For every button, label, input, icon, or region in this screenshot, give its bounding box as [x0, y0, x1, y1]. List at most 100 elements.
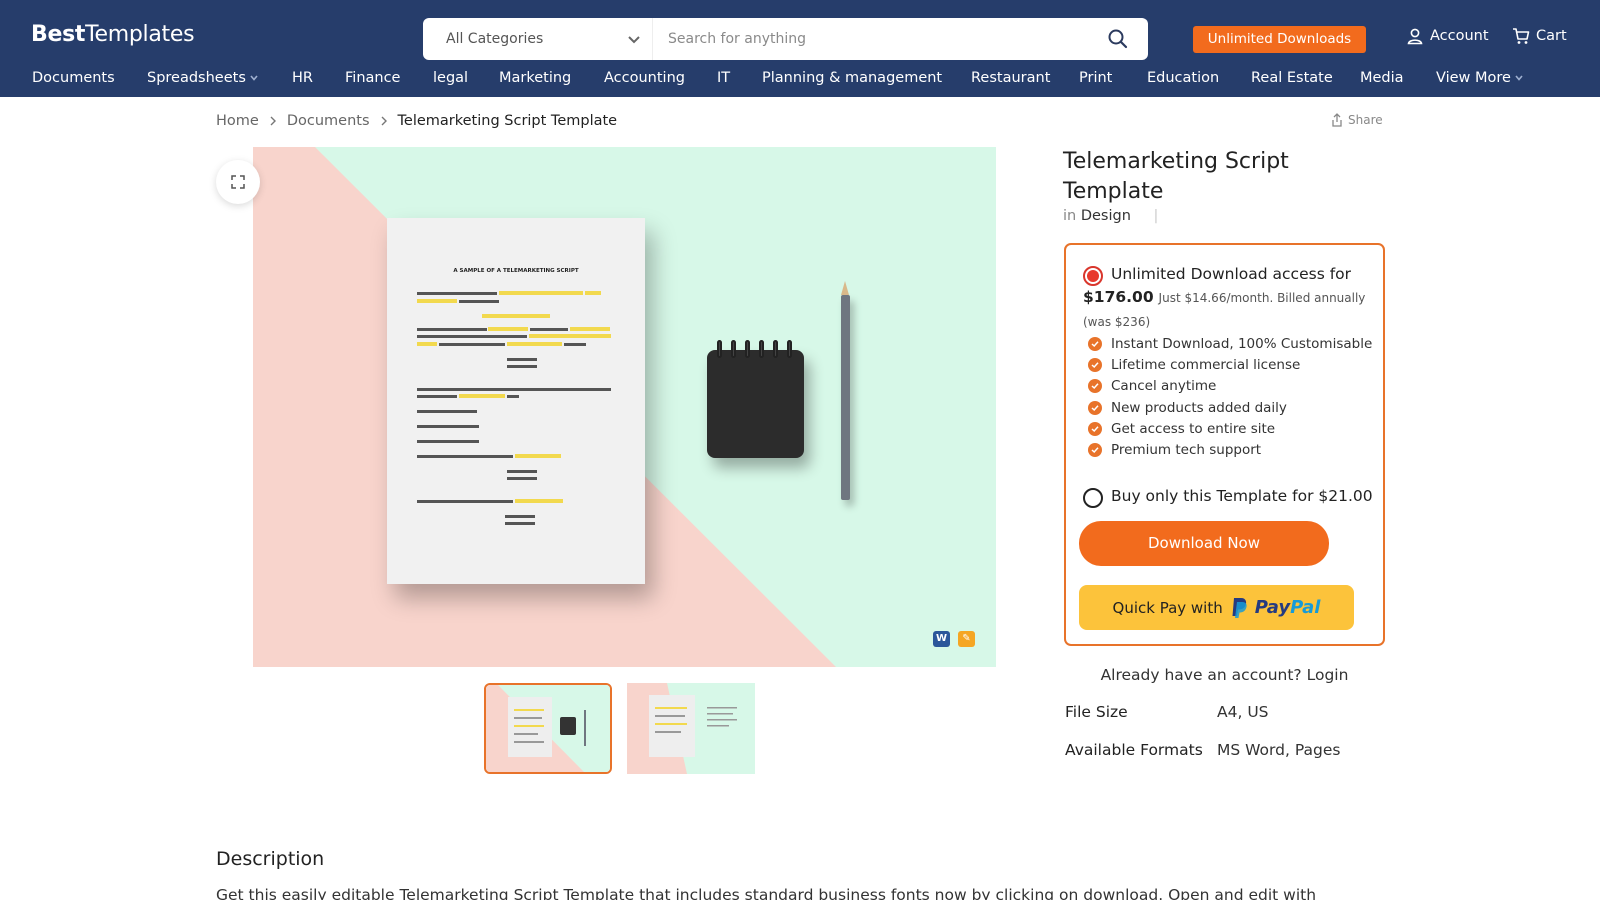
single-template-label[interactable]: Buy only this Template for $21.00	[1111, 487, 1373, 505]
check-icon	[1088, 421, 1102, 436]
category-divider: |	[1153, 208, 1159, 224]
feature-item: Instant Download, 100% Customisable	[1088, 333, 1372, 354]
account-link[interactable]: Account	[1406, 27, 1489, 45]
description-text: Get this easily editable Telemarketing S…	[216, 886, 1317, 900]
cart-link[interactable]: Cart	[1512, 27, 1567, 45]
cart-label: Cart	[1536, 28, 1567, 44]
nav-item-real-estate[interactable]: Real Estate	[1251, 70, 1333, 86]
thumbnail-2-image	[627, 683, 755, 774]
chevron-down-icon	[628, 36, 640, 44]
check-icon	[1088, 443, 1102, 458]
search-input[interactable]	[668, 25, 1088, 53]
unlimited-plan-label[interactable]: Unlimited Download access for $176.00 Ju…	[1083, 263, 1375, 334]
feature-list: Instant Download, 100% Customisable Lifet…	[1088, 333, 1372, 461]
chevron-right-icon	[259, 111, 287, 131]
category-select[interactable]: All Categories	[423, 18, 653, 60]
feature-label: Lifetime commercial license	[1111, 356, 1301, 373]
share-label: Share	[1348, 113, 1383, 127]
nav-item-label: Real Estate	[1251, 70, 1333, 86]
unlimited-downloads-button[interactable]: Unlimited Downloads	[1193, 26, 1366, 53]
format-icons: W ✎	[933, 631, 975, 647]
nav-item-label: Education	[1147, 70, 1220, 86]
download-now-button[interactable]: Download Now	[1079, 521, 1329, 566]
login-link[interactable]: Login	[1307, 666, 1349, 684]
search-icon[interactable]	[1105, 26, 1131, 52]
nav-item-legal[interactable]: legal	[433, 70, 468, 86]
site-header: BestTemplates All Categories Unlimited D…	[0, 0, 1600, 97]
expand-icon	[231, 175, 245, 189]
unlimited-price: $176.00	[1083, 288, 1154, 306]
document-title: A SAMPLE OF A TELEMARKETING SCRIPT	[453, 268, 579, 274]
nav-item-documents[interactable]: Documents	[32, 70, 115, 86]
account-label: Account	[1430, 28, 1489, 44]
chevron-down-icon	[1515, 75, 1523, 81]
breadcrumb-current: Telemarketing Script Template	[397, 113, 618, 129]
nav-item-print[interactable]: Print	[1079, 70, 1112, 86]
nav-item-label: Media	[1360, 70, 1404, 86]
thumbnail-1[interactable]	[484, 683, 612, 774]
nav-item-view-more[interactable]: View More	[1436, 70, 1527, 86]
nav-item-label: Restaurant	[971, 70, 1051, 86]
breadcrumb-documents[interactable]: Documents	[287, 113, 370, 129]
nav-item-label: Spreadsheets	[147, 70, 246, 86]
pricing-box: Unlimited Download access for $176.00 Ju…	[1064, 243, 1385, 646]
login-prompt: Already have an account? Login	[1100, 666, 1349, 684]
feature-item: Premium tech support	[1088, 439, 1372, 460]
notepad-image	[707, 340, 804, 458]
nav-item-label: HR	[292, 70, 313, 86]
spec-value: A4, US	[1217, 703, 1269, 721]
breadcrumb: Home Documents Telemarketing Script Temp…	[216, 111, 617, 131]
thumbnail-2[interactable]	[627, 683, 755, 774]
single-template-radio[interactable]	[1083, 488, 1103, 508]
nav-item-label: IT	[717, 70, 731, 86]
template-preview-image: A SAMPLE OF A TELEMARKETING SCRIPT W ✎	[253, 147, 996, 667]
cart-icon	[1513, 28, 1530, 44]
nav-item-label: View More	[1436, 70, 1511, 86]
nav-item-label: Planning & management	[762, 70, 943, 86]
chevron-down-icon	[250, 75, 258, 81]
check-icon	[1088, 379, 1102, 394]
feature-label: Premium tech support	[1111, 442, 1262, 459]
category-link[interactable]: Design	[1081, 208, 1131, 224]
spec-value: MS Word, Pages	[1217, 741, 1341, 759]
expand-preview-button[interactable]	[216, 160, 260, 204]
nav-item-label: legal	[433, 70, 469, 86]
product-category: in Design |	[1063, 208, 1159, 224]
feature-item: New products added daily	[1088, 397, 1372, 418]
chevron-right-icon	[370, 111, 398, 131]
nav-item-hr[interactable]: HR	[292, 70, 313, 86]
paypal-quick-pay-button[interactable]: Quick Pay with PayPal	[1079, 585, 1354, 630]
nav-item-planning-management[interactable]: Planning & management	[762, 70, 942, 86]
pages-icon: ✎	[958, 631, 975, 647]
feature-label: Get access to entire site	[1111, 420, 1276, 437]
site-logo[interactable]: BestTemplates	[31, 22, 195, 47]
breadcrumb-home[interactable]: Home	[216, 113, 259, 129]
nav-item-label: Finance	[345, 70, 401, 86]
paypal-button-label: Quick Pay with	[1112, 598, 1223, 617]
category-select-value: All Categories	[446, 31, 544, 47]
nav-item-finance[interactable]: Finance	[345, 70, 400, 86]
description-heading: Description	[216, 848, 325, 870]
nav-item-marketing[interactable]: Marketing	[499, 70, 571, 86]
feature-label: Instant Download, 100% Customisable	[1111, 335, 1373, 352]
nav-item-it[interactable]: IT	[717, 70, 730, 86]
thumbnail-1-image	[486, 685, 610, 772]
paypal-logo: PayPal	[1254, 597, 1321, 618]
share-button[interactable]: Share	[1331, 113, 1383, 127]
feature-item: Get access to entire site	[1088, 418, 1372, 439]
nav-item-media[interactable]: Media	[1360, 70, 1404, 86]
nav-item-accounting[interactable]: Accounting	[604, 70, 685, 86]
feature-item: Cancel anytime	[1088, 376, 1372, 397]
nav-item-restaurant[interactable]: Restaurant	[971, 70, 1050, 86]
check-icon	[1088, 336, 1102, 351]
document-mockup: A SAMPLE OF A TELEMARKETING SCRIPT	[387, 218, 645, 584]
feature-label: New products added daily	[1111, 399, 1287, 416]
nav-item-spreadsheets[interactable]: Spreadsheets	[147, 70, 262, 86]
spec-label: File Size	[1065, 703, 1128, 721]
nav-item-label: Print	[1079, 70, 1113, 86]
nav-item-education[interactable]: Education	[1147, 70, 1219, 86]
check-icon	[1088, 400, 1102, 415]
spec-label: Available Formats	[1065, 741, 1203, 759]
product-title: Telemarketing Script Template	[1063, 149, 1289, 204]
pencil-image	[841, 281, 850, 500]
